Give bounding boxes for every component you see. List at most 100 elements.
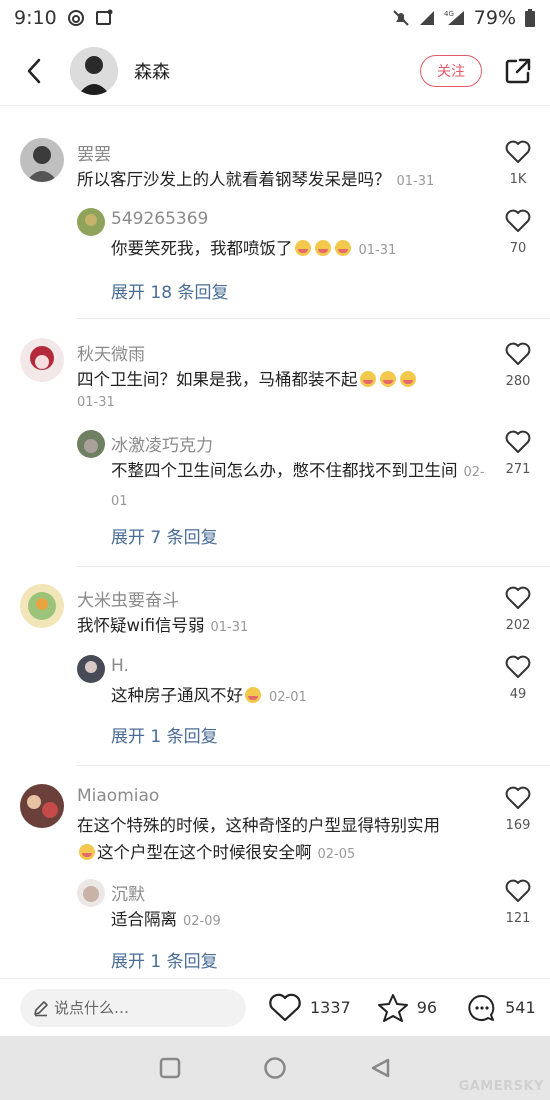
back-button[interactable]	[14, 51, 54, 91]
share-icon	[505, 58, 531, 83]
signal-icon	[418, 9, 436, 27]
battery-icon	[524, 8, 536, 28]
comment-thread: Miaomiao 在这个特殊的时候，这种奇怪的户型显得特别实用 这个户型在这个时候…	[0, 768, 550, 976]
triangle-back-icon	[371, 1058, 390, 1078]
like-count: 271	[505, 462, 531, 477]
reply-username[interactable]: 沉默	[111, 880, 145, 905]
reply-text: 适合隔离 02-09	[111, 910, 221, 929]
reply-avatar[interactable]	[77, 430, 105, 458]
avatar[interactable]	[20, 138, 64, 182]
reply-username[interactable]: 549265369	[111, 209, 208, 229]
comment-text: 所以客厅沙发上的人就看着钢琴发呆是吗？ 01-31	[77, 170, 435, 189]
reply-username[interactable]: H.	[111, 656, 129, 676]
laugh-cry-emoji	[334, 240, 351, 256]
heart-icon	[505, 209, 531, 232]
recent-apps-button[interactable]	[159, 1057, 181, 1079]
divider	[76, 566, 550, 567]
comment-thread: 大米虫要奋斗 我怀疑wifi信号弱 01-31 202 H. 这种房子通风不好 02…	[0, 568, 550, 768]
post-star-count: 96	[416, 998, 438, 1017]
notification-icon	[95, 9, 113, 27]
like-button[interactable]: 1K	[504, 140, 532, 187]
comment-username[interactable]: 罢罢	[77, 140, 111, 165]
comment-date: 01-31	[77, 395, 115, 410]
like-count: 1K	[509, 172, 527, 187]
like-button[interactable]: 121	[504, 879, 532, 926]
reply-avatar[interactable]	[77, 655, 105, 683]
comment-date: 02-05	[317, 847, 356, 862]
laugh-cry-emoji	[379, 371, 396, 387]
system-back-button[interactable]	[369, 1057, 391, 1079]
comment-username[interactable]: 大米虫要奋斗	[77, 586, 179, 611]
heart-icon	[505, 140, 531, 163]
like-button[interactable]: 202	[504, 586, 532, 633]
signal-4g-icon: 4G	[444, 9, 466, 27]
comment-input[interactable]: 说点什么…	[20, 988, 246, 1027]
like-count: 280	[505, 374, 531, 389]
reply-username[interactable]: 冰激凌巧克力	[111, 431, 213, 456]
heart-icon	[505, 586, 531, 609]
author-avatar[interactable]	[70, 46, 118, 95]
expand-replies-link[interactable]: 展开 7 条回复	[111, 523, 218, 548]
svg-text:4G: 4G	[444, 10, 454, 18]
like-button[interactable]: 49	[504, 655, 532, 702]
heart-icon	[505, 430, 531, 453]
heart-icon	[269, 993, 301, 1021]
home-button[interactable]	[263, 1056, 287, 1080]
mute-icon	[392, 9, 410, 27]
reply-date: 02-09	[183, 914, 221, 929]
comment-thread: 秋天微雨 四个卫生间？如果是我，马桶都装不起 01-31 280 冰激凌巧克力 …	[0, 320, 550, 570]
star-icon	[377, 993, 408, 1022]
post-comment-count: 541	[505, 998, 536, 1017]
reply-avatar[interactable]	[77, 879, 105, 907]
laugh-cry-emoji	[399, 371, 416, 387]
circle-icon	[264, 1057, 286, 1079]
laugh-cry-emoji	[314, 240, 331, 256]
post-header: 森森 关注	[0, 36, 550, 106]
laugh-cry-emoji	[294, 240, 311, 256]
comment-placeholder: 说点什么…	[54, 999, 130, 1017]
chevron-left-icon	[27, 58, 41, 83]
pencil-icon	[34, 1000, 48, 1016]
like-count: 121	[505, 911, 531, 926]
comment-bubble-icon	[468, 994, 495, 1021]
avatar[interactable]	[20, 784, 64, 828]
expand-replies-link[interactable]: 展开 1 条回复	[111, 947, 218, 972]
post-like-count: 1337	[310, 998, 351, 1017]
avatar[interactable]	[20, 338, 64, 382]
bottom-action-bar: 说点什么… 1337 96 541	[0, 978, 550, 1036]
expand-replies-link[interactable]: 展开 18 条回复	[111, 278, 228, 303]
comment-text: 在这个特殊的时候，这种奇怪的户型显得特别实用 这个户型在这个时候很安全啊 02-05	[77, 816, 440, 862]
reply-date: 02-01	[269, 690, 307, 705]
reply-text: 你要笑死我，我都喷饭了 01-31	[111, 239, 397, 258]
like-button[interactable]: 280	[504, 342, 532, 389]
follow-button[interactable]: 关注	[420, 54, 482, 87]
like-button[interactable]: 70	[504, 209, 532, 256]
heart-icon	[505, 879, 531, 902]
like-count: 70	[509, 241, 527, 256]
comment-date: 01-31	[396, 174, 435, 189]
like-count: 49	[509, 687, 527, 702]
like-button[interactable]: 271	[504, 430, 532, 477]
reply-avatar[interactable]	[77, 208, 105, 236]
heart-icon	[505, 786, 531, 809]
comment-username[interactable]: Miaomiao	[77, 786, 159, 806]
netease-icon	[67, 9, 85, 27]
comment-username[interactable]: 秋天微雨	[77, 340, 145, 365]
divider	[76, 765, 550, 766]
divider	[76, 318, 550, 319]
comment-date: 01-31	[210, 620, 249, 635]
post-comment-button[interactable]: 541	[467, 993, 536, 1023]
avatar[interactable]	[20, 584, 64, 628]
reply-text: 这种房子通风不好 02-01	[111, 686, 307, 705]
share-button[interactable]	[498, 51, 538, 91]
post-star-button[interactable]: 96	[377, 993, 437, 1023]
watermark: GAMERSKY	[458, 1079, 544, 1094]
battery-level: 79%	[473, 7, 516, 29]
expand-replies-link[interactable]: 展开 1 条回复	[111, 722, 218, 747]
author-name[interactable]: 森森	[134, 58, 170, 84]
like-count: 202	[505, 618, 531, 633]
post-like-button[interactable]: 1337	[268, 993, 351, 1023]
heart-icon	[505, 655, 531, 678]
square-icon	[159, 1057, 181, 1079]
like-button[interactable]: 169	[504, 786, 532, 833]
